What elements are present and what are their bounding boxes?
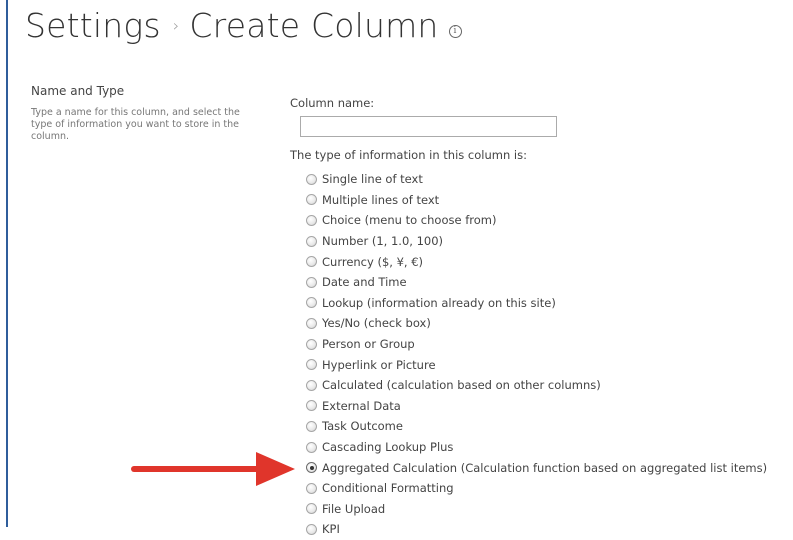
breadcrumb-settings[interactable]: Settings (25, 6, 161, 45)
column-type-option[interactable]: Number (1, 1.0, 100) (306, 231, 767, 252)
section-description: Type a name for this column, and select … (31, 107, 240, 142)
radio-button[interactable] (306, 523, 317, 535)
column-type-option[interactable]: Multiple lines of text (306, 190, 767, 211)
info-circle-icon[interactable]: i (448, 25, 462, 38)
column-name-input[interactable] (300, 116, 557, 137)
option-label: Task Outcome (322, 419, 403, 434)
column-type-option[interactable]: Yes/No (check box) (306, 313, 767, 334)
radio-button[interactable] (306, 420, 317, 432)
column-type-option-selected[interactable]: Aggregated Calculation (Calculation func… (306, 457, 767, 478)
radio-button[interactable] (306, 503, 317, 515)
column-type-option[interactable]: Task Outcome (306, 416, 767, 437)
radio-button[interactable] (306, 297, 317, 309)
radio-button-selected[interactable] (306, 462, 317, 474)
column-type-option[interactable]: Date and Time (306, 272, 767, 293)
option-label: Date and Time (322, 275, 407, 290)
radio-button[interactable] (306, 400, 317, 412)
column-name-label: Column name: (290, 96, 375, 110)
column-type-option[interactable]: Choice (menu to choose from) (306, 210, 767, 231)
column-type-option[interactable]: Conditional Formatting (306, 478, 767, 499)
option-label: File Upload (322, 501, 386, 516)
radio-button[interactable] (306, 194, 317, 206)
column-type-label: The type of information in this column i… (290, 148, 527, 162)
option-label: Calculated (calculation based on other c… (322, 378, 601, 393)
option-label: Cascading Lookup Plus (322, 440, 454, 455)
section-title-name-and-type: Name and Type (31, 84, 125, 98)
column-type-option[interactable]: Single line of text (306, 169, 767, 190)
column-type-option[interactable]: Lookup (information already on this site… (306, 293, 767, 314)
option-label: Conditional Formatting (322, 481, 454, 496)
option-label: Currency ($, ¥, €) (322, 254, 424, 269)
option-label: KPI (322, 522, 340, 537)
option-label: Yes/No (check box) (322, 316, 431, 331)
column-type-option[interactable]: Currency ($, ¥, €) (306, 251, 767, 272)
column-type-option[interactable]: Person or Group (306, 334, 767, 355)
column-type-option[interactable]: Calculated (calculation based on other c… (306, 375, 767, 396)
radio-button[interactable] (306, 235, 317, 247)
radio-button[interactable] (306, 482, 317, 494)
radio-button[interactable] (306, 256, 317, 268)
column-type-option[interactable]: External Data (306, 396, 767, 417)
page-title-text: Create Column (189, 6, 439, 45)
radio-button[interactable] (306, 173, 317, 185)
column-type-option[interactable]: Hyperlink or Picture (306, 354, 767, 375)
radio-button[interactable] (306, 379, 317, 391)
option-label: Number (1, 1.0, 100) (322, 234, 444, 249)
red-arrow-icon (131, 452, 295, 486)
column-type-option[interactable]: File Upload (306, 499, 767, 520)
column-type-options: Single line of text Multiple lines of te… (306, 169, 767, 540)
option-label: Hyperlink or Picture (322, 357, 436, 372)
option-label: Lookup (information already on this site… (322, 295, 556, 310)
radio-button[interactable] (306, 276, 317, 288)
option-label: Aggregated Calculation (Calculation func… (322, 460, 768, 475)
breadcrumb-separator: › (172, 16, 180, 35)
option-label: Person or Group (322, 337, 415, 352)
column-type-option[interactable]: Cascading Lookup Plus (306, 437, 767, 458)
radio-button[interactable] (306, 317, 317, 329)
column-type-option[interactable]: KPI (306, 519, 767, 540)
option-label: Multiple lines of text (322, 192, 440, 207)
radio-button[interactable] (306, 214, 317, 226)
option-label: Single line of text (322, 172, 423, 187)
option-label: External Data (322, 398, 401, 413)
arrow-head (256, 452, 295, 486)
page-title: Settings › Create Column i (25, 6, 462, 45)
radio-button[interactable] (306, 359, 317, 371)
radio-button[interactable] (306, 441, 317, 453)
option-label: Choice (menu to choose from) (322, 213, 497, 228)
radio-button[interactable] (306, 338, 317, 350)
